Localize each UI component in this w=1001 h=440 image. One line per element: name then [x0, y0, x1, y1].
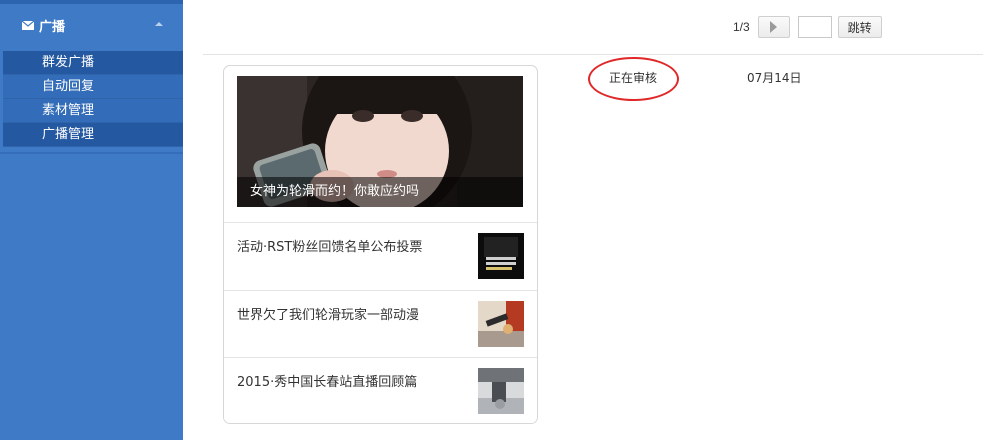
divider: [203, 54, 983, 55]
thumbnail-image: [478, 301, 524, 347]
page-number-input[interactable]: [797, 16, 832, 38]
play-arrow-icon: [770, 21, 778, 33]
thumbnail-image: [478, 233, 524, 279]
nav-group-label: 广播: [39, 19, 66, 35]
nav-group-broadcast[interactable]: 广播: [0, 4, 183, 46]
sidebar-divider: [0, 152, 183, 154]
highlight-circle: [588, 57, 679, 101]
article-item[interactable]: 2015·秀中国长春站直播回顾篇: [224, 357, 537, 423]
article-item[interactable]: 活动·RST粉丝回馈名单公布投票: [224, 222, 537, 290]
sidebar-item-mass-broadcast[interactable]: 群发广播: [3, 51, 183, 75]
article-title: 世界欠了我们轮滑玩家一部动漫: [237, 308, 420, 323]
sidebar-item-auto-reply[interactable]: 自动回复: [3, 75, 183, 99]
sidebar-submenu: 群发广播 自动回复 素材管理 广播管理: [3, 51, 183, 147]
sidebar-item-label: 自动回复: [42, 79, 95, 94]
sidebar-item-label: 广播管理: [42, 127, 95, 142]
sidebar-item-label: 素材管理: [42, 103, 95, 118]
date-label: 07月14日: [747, 71, 802, 85]
mail-icon: [22, 20, 34, 30]
thumbnail-image: [478, 368, 524, 414]
sidebar-item-material-management[interactable]: 素材管理: [3, 99, 183, 123]
article-thumbnail: [478, 301, 524, 347]
page-count: 1/3: [733, 20, 750, 34]
news-card[interactable]: 女神为轮滑而约！你敢应约吗 活动·RST粉丝回馈名单公布投票 世界欠了我们轮滑玩…: [223, 65, 538, 424]
article-title: 2015·秀中国长春站直播回顾篇: [237, 375, 418, 390]
sidebar: 广播 群发广播 自动回复 素材管理 广播管理: [0, 0, 183, 440]
article-thumbnail: [478, 368, 524, 414]
sidebar-item-broadcast-management[interactable]: 广播管理: [3, 123, 183, 147]
cover-title: 女神为轮滑而约！你敢应约吗: [237, 177, 523, 207]
article-thumbnail: [478, 233, 524, 279]
next-page-button[interactable]: [757, 16, 790, 38]
pagination: 1/3 跳转: [733, 16, 882, 38]
jump-button[interactable]: 跳转: [837, 16, 882, 38]
article-item[interactable]: 世界欠了我们轮滑玩家一部动漫: [224, 290, 537, 357]
article-title: 活动·RST粉丝回馈名单公布投票: [237, 240, 423, 255]
caret-up-icon[interactable]: [155, 22, 163, 26]
sidebar-item-label: 群发广播: [42, 55, 95, 70]
cover-image[interactable]: 女神为轮滑而约！你敢应约吗: [237, 76, 523, 207]
